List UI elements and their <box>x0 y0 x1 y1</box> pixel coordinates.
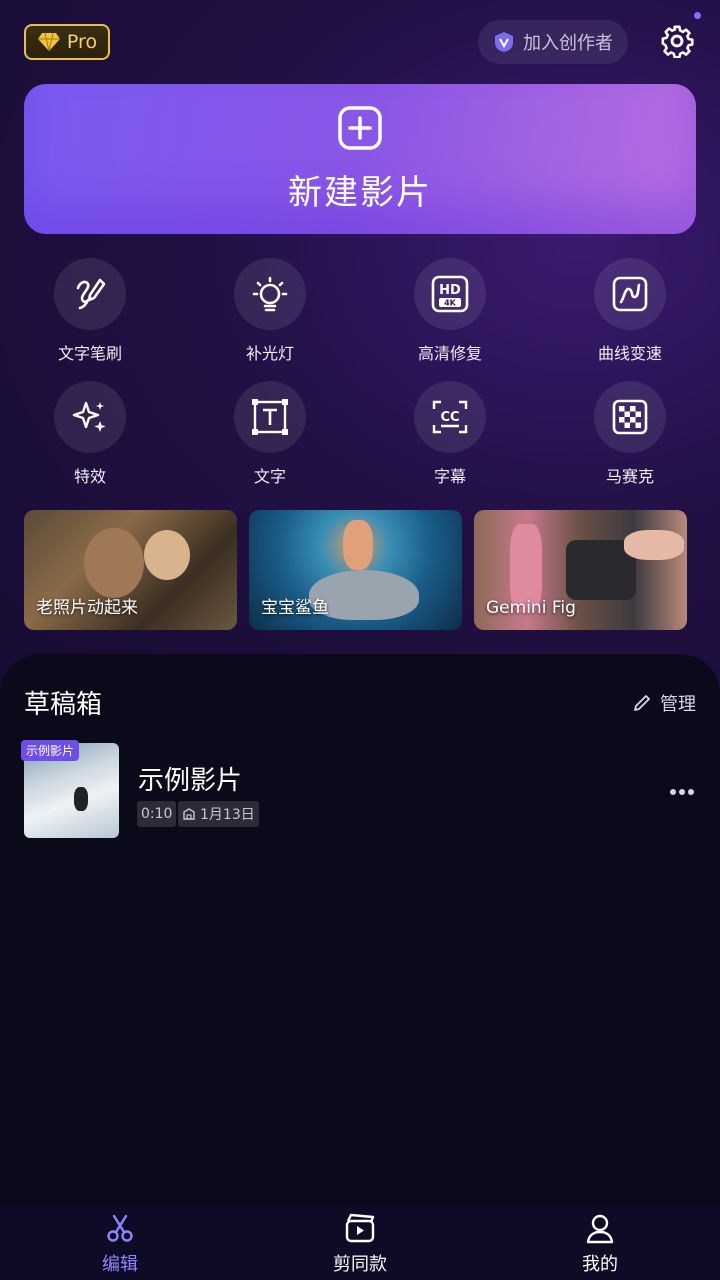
tool-circle: CC <box>414 381 486 453</box>
draft-date: 1月13日 <box>178 801 259 827</box>
shield-v-icon <box>495 32 513 52</box>
tool-circle: HD 4K <box>414 258 486 330</box>
tool-captions[interactable]: CC 字幕 <box>385 381 515 487</box>
tool-text[interactable]: 文字 <box>205 381 335 487</box>
curve-icon <box>612 276 648 312</box>
draft-name[interactable]: 示例影片 <box>138 760 242 797</box>
sparkle-icon <box>72 401 106 432</box>
drafts-panel: 草稿箱 管理 示例影片 示例影片 0:10 1月13日 <box>0 654 720 1204</box>
drafts-title: 草稿箱 <box>24 690 103 720</box>
nav-edit[interactable]: 编辑 <box>0 1204 240 1280</box>
join-creator-label: 加入创作者 <box>523 33 613 54</box>
user-icon <box>586 1214 614 1244</box>
more-dot <box>688 789 694 795</box>
draft-duration: 0:10 <box>137 801 177 827</box>
scissors-icon <box>107 1214 133 1242</box>
sample-tag: 示例影片 <box>21 740 80 761</box>
pro-label: Pro <box>66 31 98 53</box>
tool-label: 曲线变速 <box>597 344 662 363</box>
date-text: 1月13日 <box>200 807 255 823</box>
more-options-button[interactable] <box>670 782 696 802</box>
tool-circle <box>594 258 666 330</box>
svg-text:HD: HD <box>439 283 461 298</box>
diamond-icon <box>37 32 60 52</box>
gear-icon[interactable] <box>660 24 694 58</box>
more-dot <box>679 789 685 795</box>
template-title: 老照片动起来 <box>36 598 138 618</box>
tool-effects[interactable]: 特效 <box>25 381 155 487</box>
new-movie-button[interactable]: 新建影片 <box>24 84 696 234</box>
text-icon <box>252 399 288 435</box>
template-title: 宝宝鲨鱼 <box>261 598 329 618</box>
join-creator-button[interactable]: 加入创作者 <box>478 20 628 64</box>
more-dot <box>670 789 676 795</box>
tool-text-brush[interactable]: 文字笔刷 <box>25 258 155 364</box>
tool-circle <box>594 381 666 453</box>
caption-icon: CC <box>432 400 468 434</box>
tool-circle <box>54 258 126 330</box>
bottom-nav: 编辑 剪同款 我的 <box>0 1204 720 1280</box>
tool-fill-light[interactable]: 补光灯 <box>205 258 335 364</box>
tool-circle <box>234 381 306 453</box>
tool-hd-restore[interactable]: HD 4K 高清修复 <box>385 258 515 364</box>
tool-label: 高清修复 <box>417 344 482 363</box>
tool-label: 补光灯 <box>245 344 294 363</box>
template-card-gemini-fig[interactable]: Gemini Fig <box>474 510 687 630</box>
photo-figure <box>624 530 684 560</box>
notification-dot <box>694 12 701 19</box>
tool-label: 文字 <box>253 467 286 486</box>
template-card-baby-shark[interactable]: 宝宝鲨鱼 <box>249 510 462 630</box>
template-card-old-photo[interactable]: 老照片动起来 <box>24 510 237 630</box>
svg-text:4K: 4K <box>444 299 457 308</box>
thumbnail-figure <box>74 787 88 811</box>
svg-text:CC: CC <box>440 410 459 425</box>
nav-templates[interactable]: 剪同款 <box>240 1204 480 1280</box>
manage-button[interactable]: 管理 <box>632 690 696 716</box>
mosaic-icon <box>612 399 648 435</box>
photo-figure <box>343 520 373 570</box>
tool-label: 特效 <box>73 467 106 486</box>
tool-label: 文字笔刷 <box>57 344 122 363</box>
template-title: Gemini Fig <box>486 598 576 618</box>
tool-circle <box>234 258 306 330</box>
tool-curve-speed[interactable]: 曲线变速 <box>565 258 695 364</box>
nav-label: 剪同款 <box>333 1254 387 1275</box>
brush-icon <box>76 278 106 310</box>
hd-4k-icon: HD 4K <box>431 275 469 313</box>
tool-label: 字幕 <box>433 467 466 486</box>
pro-badge[interactable]: Pro <box>24 24 110 60</box>
manage-label: 管理 <box>660 694 696 715</box>
lightbulb-icon <box>252 276 288 312</box>
tool-circle <box>54 381 126 453</box>
photo-figure <box>84 528 144 598</box>
nav-profile[interactable]: 我的 <box>480 1204 720 1280</box>
tool-label: 马赛克 <box>605 467 654 486</box>
new-movie-label: 新建影片 <box>288 172 432 213</box>
tool-mosaic[interactable]: 马赛克 <box>565 381 695 487</box>
clapper-icon <box>345 1213 375 1243</box>
photo-figure <box>144 530 190 580</box>
duration-text: 0:10 <box>141 806 173 822</box>
save-icon <box>183 808 195 820</box>
nav-label: 我的 <box>582 1254 618 1275</box>
nav-label: 编辑 <box>102 1254 138 1275</box>
pencil-icon <box>634 695 650 711</box>
plus-square-icon <box>338 105 382 150</box>
